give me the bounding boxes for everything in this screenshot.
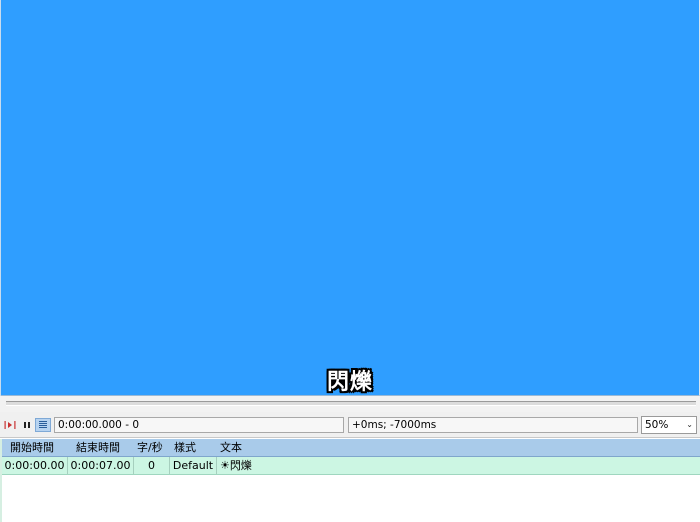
cell-text: ☀閃爍	[220, 459, 252, 472]
cell-start-time: 0:00:00.00	[2, 457, 68, 474]
column-header-cps[interactable]: 字/秒	[137, 439, 163, 456]
video-seek-bar[interactable]	[0, 396, 700, 412]
cell-cps: 0	[134, 457, 170, 474]
seek-track[interactable]	[6, 401, 696, 406]
column-header-text[interactable]: 文本	[220, 439, 242, 456]
play-line-icon	[4, 421, 16, 429]
autoscroll-icon	[39, 421, 47, 428]
column-header-end-time[interactable]: 結束時間	[76, 439, 120, 456]
current-time-field[interactable]: 0:00:00.000 - 0	[54, 417, 344, 433]
cell-end-time: 0:00:07.00	[68, 457, 134, 474]
chevron-down-icon: ⌄	[686, 420, 693, 429]
video-toolbar: 0:00:00.000 - 0 +0ms; -7000ms 50% ⌄	[0, 412, 700, 438]
video-border	[0, 0, 1, 396]
pause-button[interactable]	[19, 418, 35, 432]
table-row[interactable]: 0:00:00.00 0:00:07.00 0 Default ☀閃爍	[0, 457, 700, 475]
subtitle-grid-empty-area[interactable]	[0, 475, 700, 522]
pause-icon	[24, 422, 30, 428]
autoscroll-toggle-button[interactable]	[35, 418, 51, 432]
column-header-start-time[interactable]: 開始時間	[10, 439, 54, 456]
grid-row-indicator	[0, 439, 2, 522]
play-line-button[interactable]	[2, 418, 18, 432]
video-display[interactable]	[0, 0, 700, 396]
cell-style: Default	[170, 457, 217, 474]
zoom-value: 50%	[645, 419, 669, 431]
column-header-style[interactable]: 樣式	[174, 439, 196, 456]
subtitle-preview-text: 閃爍	[326, 370, 373, 395]
subtitle-grid-header: 開始時間 結束時間 字/秒 樣式 文本	[0, 439, 700, 457]
zoom-select[interactable]: 50% ⌄	[641, 416, 697, 434]
offset-time-field[interactable]: +0ms; -7000ms	[348, 417, 638, 433]
